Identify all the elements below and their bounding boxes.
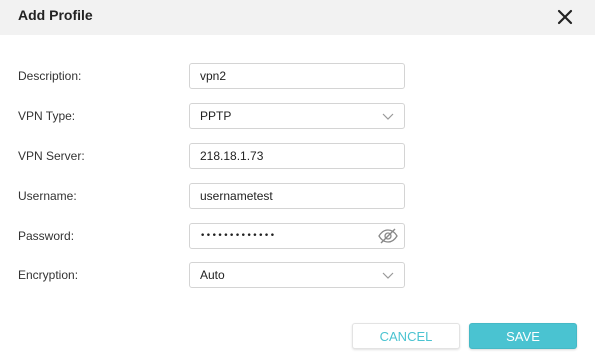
eye-slash-icon[interactable] xyxy=(378,228,398,244)
username-value: usernametest xyxy=(200,189,273,203)
add-profile-dialog: Add Profile Description: vpn2 VPN Type: … xyxy=(0,0,595,363)
cancel-button[interactable]: CANCEL xyxy=(352,323,460,349)
username-label: Username: xyxy=(18,189,77,203)
password-label: Password: xyxy=(18,229,75,243)
save-button[interactable]: SAVE xyxy=(469,323,577,349)
vpn-server-input[interactable]: 218.18.1.73 xyxy=(189,143,405,169)
description-input[interactable]: vpn2 xyxy=(189,63,405,89)
chevron-down-icon xyxy=(382,113,394,120)
encryption-value: Auto xyxy=(200,268,225,282)
chevron-down-icon xyxy=(382,272,394,279)
password-value: ••••••••••••• xyxy=(200,231,276,241)
vpn-type-select[interactable]: PPTP xyxy=(189,103,405,129)
encryption-row: Encryption: Auto xyxy=(0,262,595,288)
vpn-type-value: PPTP xyxy=(200,109,232,123)
description-value: vpn2 xyxy=(200,69,227,83)
encryption-select[interactable]: Auto xyxy=(189,262,405,288)
vpn-type-label: VPN Type: xyxy=(18,109,76,123)
encryption-label: Encryption: xyxy=(18,268,79,282)
close-icon[interactable] xyxy=(554,6,576,28)
vpn-server-value: 218.18.1.73 xyxy=(200,149,264,163)
dialog-header: Add Profile xyxy=(0,0,595,35)
password-row: Password: ••••••••••••• xyxy=(0,223,595,249)
vpn-type-row: VPN Type: PPTP xyxy=(0,103,595,129)
username-row: Username: usernametest xyxy=(0,183,595,209)
dialog-title: Add Profile xyxy=(18,7,93,23)
vpn-server-label: VPN Server: xyxy=(18,149,85,163)
username-input[interactable]: usernametest xyxy=(189,183,405,209)
vpn-server-row: VPN Server: 218.18.1.73 xyxy=(0,143,595,169)
password-input[interactable]: ••••••••••••• xyxy=(189,223,405,249)
description-label: Description: xyxy=(18,69,82,83)
description-row: Description: vpn2 xyxy=(0,63,595,89)
